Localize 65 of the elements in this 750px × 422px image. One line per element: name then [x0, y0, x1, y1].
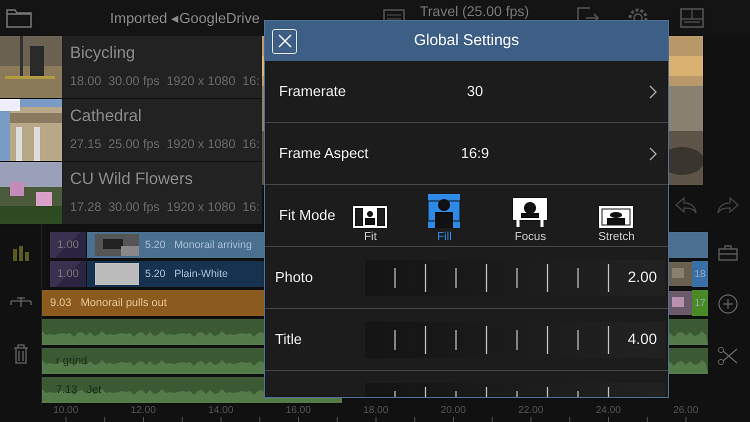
chevron-right-icon	[649, 146, 657, 160]
transition-clip[interactable]: 1.00	[50, 261, 86, 287]
setting-label: Photo	[275, 270, 314, 286]
audio-meter-icon[interactable]	[12, 245, 30, 262]
media-info: 18.00 30.00 fps 1920 x 1080 16:	[70, 74, 260, 88]
media-name: Cathedral	[70, 107, 143, 126]
chevron-right-icon	[649, 84, 657, 98]
setting-value: 30	[466, 84, 484, 100]
ruler-label: 22.00	[517, 405, 544, 418]
ruler-label: 16.00	[284, 405, 312, 418]
setting-label: Title	[275, 332, 303, 348]
clip-label: r grind	[55, 355, 88, 367]
media-name: CU Wild Flowers	[70, 170, 194, 189]
media-info: 17.28 30.00 fps 1920 x 1080 16:	[70, 200, 260, 214]
setting-value: 16:9	[460, 146, 490, 162]
ruler-label: 10.00	[52, 405, 80, 418]
setting-label: Frame Aspect	[279, 146, 370, 162]
clip-label: 5.20 Monorail arriving	[145, 239, 252, 251]
folder-icon[interactable]	[6, 8, 32, 28]
media-item[interactable]: Bicycling 18.00 30.00 fps 1920 x 1080 16:	[0, 36, 262, 98]
ruler-label: 20.00	[440, 405, 467, 418]
setting-value: 2.00	[628, 269, 657, 286]
dialog-title: Global Settings	[412, 32, 520, 50]
ruler-label: 26.00	[672, 405, 700, 418]
clip-label: 7.13 Jet	[55, 384, 102, 396]
media-item[interactable]: CU Wild Flowers 17.28 30.00 fps 1920 x 1080 16:	[0, 162, 262, 224]
clip-badge: 17	[692, 290, 708, 316]
scrub-ruler[interactable]: 4.00	[365, 322, 665, 358]
clip-label: 9.03 Monorail pulls out	[50, 297, 167, 309]
redo-icon[interactable]	[716, 196, 740, 214]
ruler-label: 24.00	[594, 405, 622, 418]
clip-badge: 18	[692, 261, 708, 287]
frame-person-icon	[513, 198, 548, 228]
connector-icon[interactable]	[10, 295, 32, 310]
project-title: Travel (25.00 fps)	[420, 4, 530, 18]
layout-icon[interactable]	[680, 8, 704, 28]
breadcrumb[interactable]: Imported ◂GoogleDrive	[110, 10, 260, 26]
transition-clip[interactable]: 1.00	[50, 232, 86, 258]
scissors-icon[interactable]	[718, 346, 738, 364]
media-info: 27.15 25.00 fps 1920 x 1080 16:	[70, 137, 260, 151]
setting-row[interactable]: Frame Aspect 16:9	[265, 123, 668, 185]
briefcase-icon[interactable]	[718, 244, 738, 260]
setting-value: 4.00	[628, 331, 657, 348]
ruler-label: 12.00	[130, 405, 157, 418]
undo-icon[interactable]	[674, 196, 698, 214]
setting-label: Framerate	[279, 84, 347, 100]
ruler-label: 14.00	[207, 405, 234, 418]
frame-person-icon	[353, 206, 388, 228]
fit-mode-option[interactable]: Fill	[411, 186, 478, 244]
close-icon	[278, 34, 292, 48]
fit-mode-option[interactable]: Focus	[497, 186, 564, 244]
ruler-label: 18.00	[362, 405, 390, 418]
frame-person-icon	[599, 206, 634, 228]
frame-person-icon	[427, 194, 462, 228]
media-item[interactable]: Cathedral 27.15 25.00 fps 1920 x 1080 16:	[0, 99, 262, 161]
media-name: Bicycling	[70, 44, 136, 63]
setting-row[interactable]: Framerate 30	[265, 61, 668, 123]
trash-icon[interactable]	[12, 344, 28, 364]
close-button[interactable]	[272, 28, 297, 54]
fit-mode-option[interactable]: Stretch	[583, 186, 650, 244]
clip-label: 5.20 Plain-White	[145, 268, 228, 280]
setting-label: Fit Mode	[279, 208, 336, 224]
add-icon[interactable]	[718, 294, 738, 314]
fit-mode-option[interactable]: Fit	[349, 186, 392, 244]
scrub-ruler[interactable]: 2.00	[365, 260, 665, 296]
